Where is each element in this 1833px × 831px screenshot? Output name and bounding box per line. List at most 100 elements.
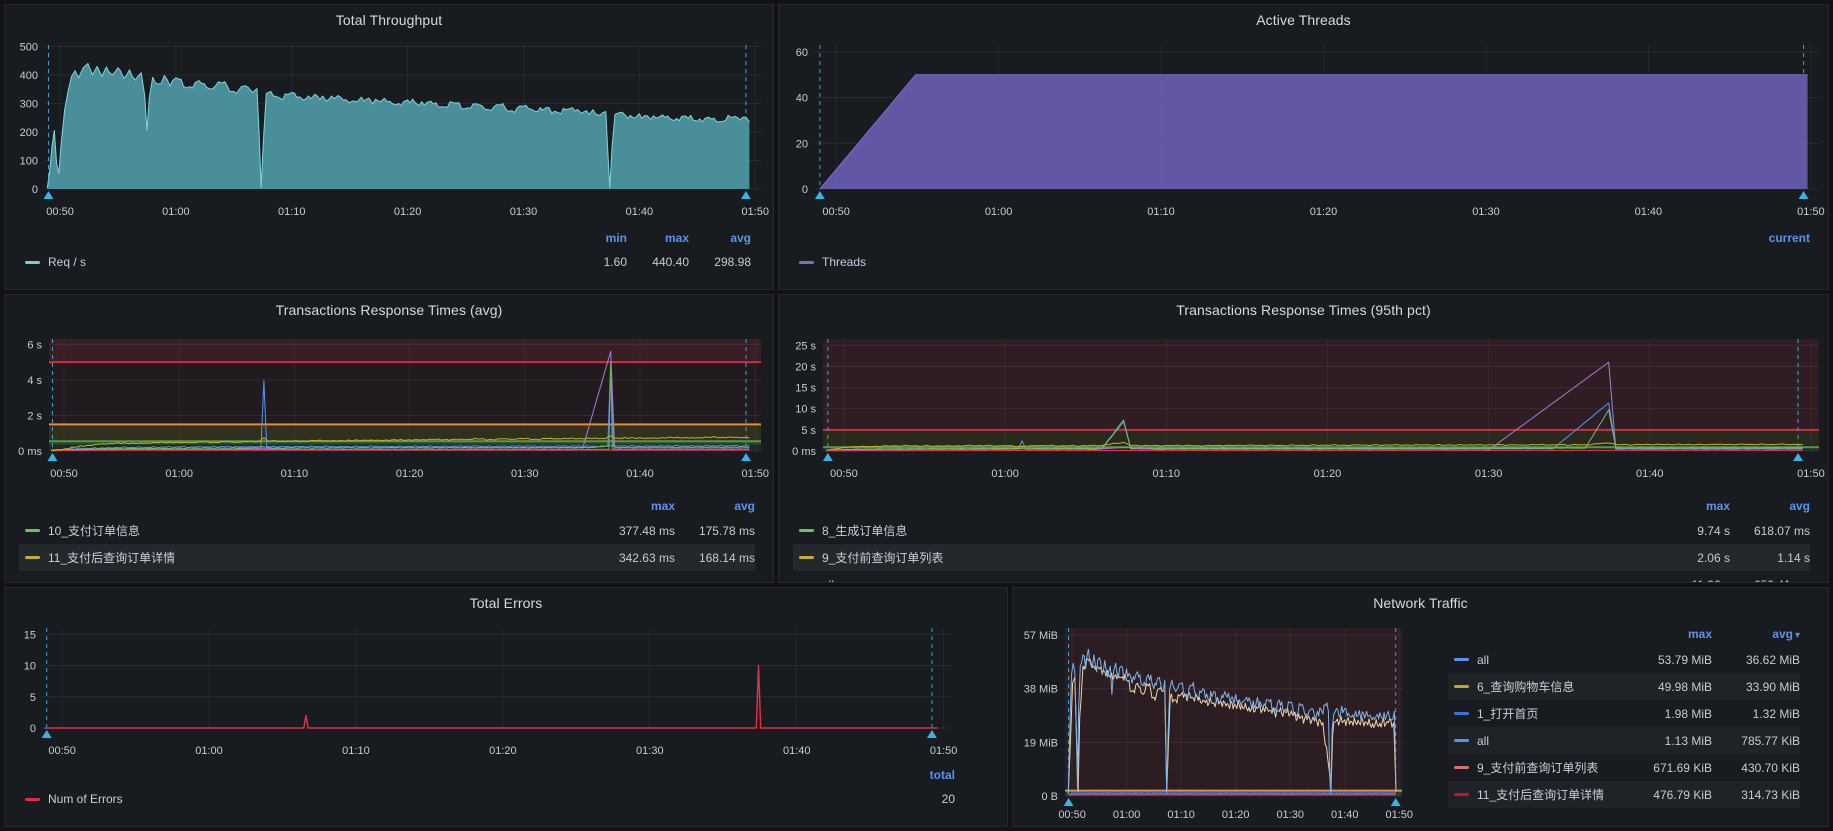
legend-value: 1.32 MiB xyxy=(1712,707,1800,721)
panel-title[interactable]: Network Traffic xyxy=(1013,595,1828,611)
legend-row[interactable]: 6_查询购物车信息49.98 MiB33.90 MiB xyxy=(1448,673,1800,700)
svg-text:01:10: 01:10 xyxy=(1167,809,1195,821)
svg-text:01:00: 01:00 xyxy=(195,745,223,757)
legend-row[interactable]: 10_支付订单信息377.48 ms175.78 ms xyxy=(19,517,755,544)
annotation-markers[interactable] xyxy=(42,628,937,738)
legend-series-label[interactable]: 11_支付后查询订单详情 xyxy=(1477,786,1620,803)
legend-series-label[interactable]: 1_打开首页 xyxy=(1477,705,1620,722)
legend: maxavg8_生成订单信息9.74 s618.07 ms9_支付前查询订单列表… xyxy=(793,495,1810,583)
legend-series-label[interactable]: Threads xyxy=(822,255,1740,269)
svg-text:0: 0 xyxy=(30,723,36,735)
svg-text:20 s: 20 s xyxy=(795,361,816,373)
svg-text:00:50: 00:50 xyxy=(46,206,74,218)
legend-column-total[interactable]: total xyxy=(885,768,955,782)
legend-value: 298.98 xyxy=(689,255,751,269)
legend-row[interactable]: Req / s1.60440.40298.98 xyxy=(19,249,751,275)
legend-value: 476.79 KiB xyxy=(1620,788,1712,802)
legend-column-max[interactable]: max xyxy=(595,499,675,513)
annotation-triangle-icon xyxy=(42,730,52,738)
legend-value: 53.79 MiB xyxy=(1620,653,1712,667)
legend-series-label[interactable]: 10_支付订单信息 xyxy=(48,522,595,539)
legend-row[interactable]: Num of Errors20 xyxy=(19,786,955,812)
panel-title[interactable]: Total Throughput xyxy=(5,12,773,28)
legend-row[interactable]: all11.36 s652.41 ms xyxy=(793,571,1810,583)
legend-value: 11.36 s xyxy=(1650,578,1730,584)
legend-header: minmaxavg xyxy=(19,227,751,249)
panel-title[interactable]: Transactions Response Times (avg) xyxy=(5,302,773,318)
legend-series-label[interactable]: 11_支付后查询订单详情 xyxy=(48,549,595,566)
legend-series-label[interactable]: Num of Errors xyxy=(48,792,885,806)
series-color-dash-icon xyxy=(25,556,40,559)
svg-text:01:00: 01:00 xyxy=(991,468,1019,480)
legend-row[interactable]: all1.13 MiB785.77 KiB xyxy=(1448,727,1800,754)
legend-series-label[interactable]: Req / s xyxy=(48,255,565,269)
svg-text:00:50: 00:50 xyxy=(822,206,850,218)
legend-series-label[interactable]: 9_支付前查询订单列表 xyxy=(1477,759,1620,776)
svg-text:01:40: 01:40 xyxy=(1331,809,1359,821)
annotation-triangle-icon xyxy=(1064,798,1074,806)
annotation-triangle-icon xyxy=(927,730,937,738)
legend-row[interactable]: 11_支付后查询订单详情476.79 KiB314.73 KiB xyxy=(1448,781,1800,808)
svg-text:01:20: 01:20 xyxy=(1314,468,1342,480)
legend-series-label[interactable]: all xyxy=(1477,734,1620,748)
svg-text:01:50: 01:50 xyxy=(1797,206,1825,218)
legend-row[interactable]: Threads xyxy=(793,249,1810,275)
svg-text:01:40: 01:40 xyxy=(1636,468,1664,480)
x-axis: 00:5001:0001:1001:2001:3001:4001:50 xyxy=(48,745,957,757)
svg-text:00:50: 00:50 xyxy=(50,468,78,480)
svg-text:100: 100 xyxy=(20,155,38,167)
legend-column-min[interactable]: min xyxy=(565,231,627,245)
grid xyxy=(43,628,951,728)
legend-column-max[interactable]: max xyxy=(627,231,689,245)
svg-text:01:50: 01:50 xyxy=(741,468,769,480)
legend-column-avg[interactable]: avg xyxy=(689,231,751,245)
legend-column-avg[interactable]: avg xyxy=(1730,499,1810,513)
series-color-dash-icon xyxy=(25,798,40,801)
legend-column-max[interactable]: max xyxy=(1620,627,1712,641)
svg-text:0: 0 xyxy=(32,184,38,196)
svg-text:10: 10 xyxy=(24,661,36,673)
panel-title[interactable]: Total Errors xyxy=(5,595,1007,611)
svg-text:01:30: 01:30 xyxy=(511,468,539,480)
panel-total-throughput: 010020030040050000:5001:0001:1001:2001:3… xyxy=(4,4,774,290)
legend-value: 785.77 KiB xyxy=(1712,734,1800,748)
series-color-dash-icon xyxy=(799,261,814,264)
legend-series-label[interactable]: 8_生成订单信息 xyxy=(822,522,1650,539)
legend-series-label[interactable]: 6_查询购物车信息 xyxy=(1477,678,1620,695)
legend-value: 314.73 KiB xyxy=(1712,788,1800,802)
legend: minmaxavgReq / s1.60440.40298.98 xyxy=(19,227,751,275)
legend-column-current[interactable]: current xyxy=(1740,231,1810,245)
annotation-triangle-icon xyxy=(741,191,751,199)
legend-column-avg[interactable]: avg▾ xyxy=(1712,627,1800,641)
legend-value: 49.98 MiB xyxy=(1620,680,1712,694)
svg-text:01:50: 01:50 xyxy=(930,745,958,757)
threshold-bands xyxy=(49,339,761,451)
annotation-triangle-icon xyxy=(815,191,825,199)
legend-row[interactable]: all53.79 MiB36.62 MiB xyxy=(1448,646,1800,673)
panel-title[interactable]: Active Threads xyxy=(779,12,1828,28)
legend-value: 1.60 xyxy=(565,255,627,269)
legend: total Num of Errors20 xyxy=(19,764,955,812)
legend-series-label[interactable]: 9_支付前查询订单列表 xyxy=(822,549,1650,566)
legend-value: 342.63 ms xyxy=(595,551,675,565)
svg-text:19 MiB: 19 MiB xyxy=(1024,737,1058,749)
legend-row[interactable]: 9_支付前查询订单列表671.69 KiB430.70 KiB xyxy=(1448,754,1800,781)
legend-row[interactable]: 8_生成订单信息9.74 s618.07 ms xyxy=(793,517,1810,544)
legend-row[interactable]: 1_打开首页1.98 MiB1.32 MiB xyxy=(1448,700,1800,727)
svg-text:01:30: 01:30 xyxy=(636,745,664,757)
series-color-dash-icon xyxy=(1454,739,1469,742)
legend-row[interactable]: 11_支付后查询订单详情342.63 ms168.14 ms xyxy=(19,544,755,571)
annotation-triangle-icon xyxy=(1391,798,1401,806)
panel-response-times-95pct: 0 ms5 s10 s15 s20 s25 s00:5001:0001:1001… xyxy=(778,294,1829,583)
svg-text:0 ms: 0 ms xyxy=(18,446,42,458)
panel-title[interactable]: Transactions Response Times (95th pct) xyxy=(779,302,1828,318)
legend-row[interactable]: 9_支付前查询订单列表2.06 s1.14 s xyxy=(793,544,1810,571)
legend-series-label[interactable]: all xyxy=(1477,653,1620,667)
legend-column-max[interactable]: max xyxy=(1650,499,1730,513)
threshold-bands xyxy=(823,339,1819,451)
panel-total-errors: 05101500:5001:0001:1001:2001:3001:4001:5… xyxy=(4,587,1008,827)
legend-value: 1.98 MiB xyxy=(1620,707,1712,721)
legend-header: maxavg xyxy=(793,495,1810,517)
legend-column-avg[interactable]: avg xyxy=(675,499,755,513)
legend-series-label[interactable]: all xyxy=(822,578,1650,584)
